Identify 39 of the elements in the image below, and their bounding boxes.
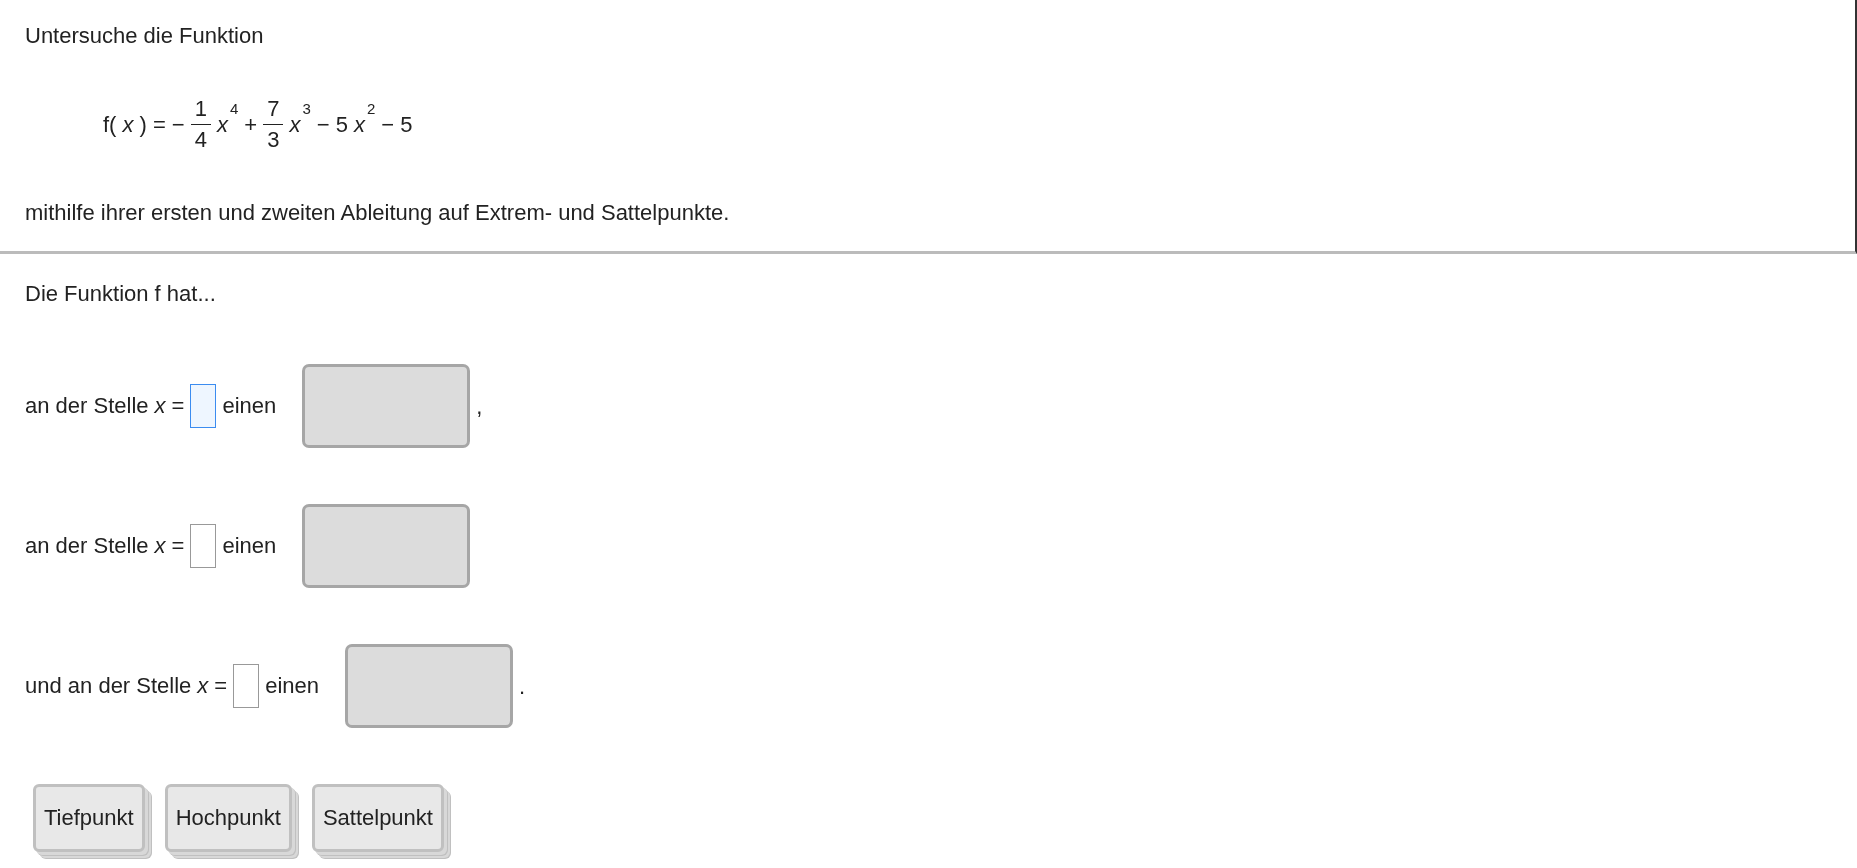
equals-sign: = xyxy=(214,673,228,699)
drop-zone[interactable] xyxy=(302,364,471,448)
formula-variable: x xyxy=(154,393,166,419)
row-label: und an der Stelle xyxy=(25,673,192,699)
punctuation: . xyxy=(519,674,526,700)
fraction-denominator: 4 xyxy=(194,126,207,154)
exponent: 3 xyxy=(302,99,311,117)
row-label: an der Stelle xyxy=(25,533,149,559)
formula-variable: x xyxy=(122,111,134,138)
punctuation: , xyxy=(476,394,483,420)
equals-sign: = xyxy=(171,533,185,559)
row-label: einen xyxy=(222,393,277,419)
lead-text: Die Funktion f hat... xyxy=(25,280,217,308)
fraction-numerator: 7 xyxy=(263,94,284,125)
formula-text: ) = − xyxy=(139,111,185,138)
formula-text: − 5 xyxy=(381,111,413,138)
fraction-numerator: 1 xyxy=(190,94,211,125)
formula-variable: x xyxy=(197,673,209,699)
formula-text: f( xyxy=(103,111,117,138)
input-field[interactable] xyxy=(233,664,260,708)
formula-text: − 5 xyxy=(316,111,348,138)
formula-text: + xyxy=(244,111,258,138)
fraction-denominator: 3 xyxy=(267,126,280,154)
formula-variable: x xyxy=(289,111,301,138)
task-text: mithilfe ihrer ersten und zweiten Ableitung auf Extrem- und Sattelpunkte. xyxy=(25,199,731,227)
row-label: einen xyxy=(222,533,277,559)
formula-variable: x xyxy=(154,533,166,559)
exponent: 4 xyxy=(229,99,239,117)
input-field[interactable] xyxy=(190,384,217,428)
input-field[interactable] xyxy=(190,524,217,568)
exponent: 2 xyxy=(366,99,376,117)
drop-zone[interactable] xyxy=(302,504,471,588)
drop-zone[interactable] xyxy=(345,644,514,728)
formula-variable: x xyxy=(216,111,228,138)
formula-variable: x xyxy=(353,111,365,138)
row-label: einen xyxy=(265,673,320,699)
row-label: an der Stelle xyxy=(25,393,149,419)
equals-sign: = xyxy=(171,393,185,419)
intro-text: Untersuche die Funktion xyxy=(25,22,265,50)
